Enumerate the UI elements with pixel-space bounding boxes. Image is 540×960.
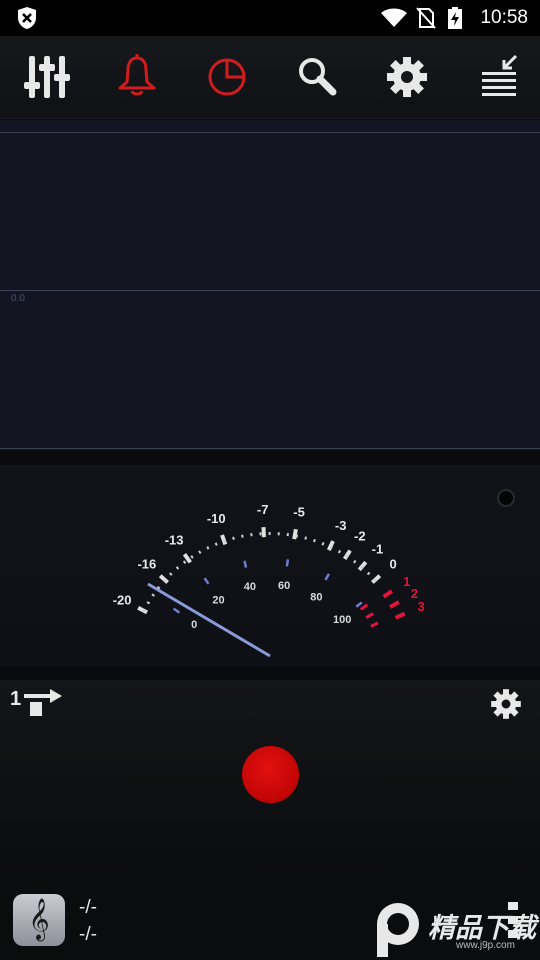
minor-tick — [206, 546, 210, 550]
vu-meter-labels: -20-16-13-10-7 -5-3-2-1012302040 6080100 — [113, 502, 425, 631]
minor-tick — [329, 545, 333, 550]
wifi-icon — [381, 8, 407, 27]
minor-tick — [182, 560, 187, 564]
minor-tick — [151, 593, 156, 597]
minor-tick — [295, 534, 299, 538]
percent-tick — [355, 601, 363, 608]
percent-label: 100 — [333, 614, 351, 626]
minor-tick — [366, 571, 371, 576]
percent-tick — [285, 559, 290, 567]
minor-tick — [142, 609, 146, 613]
treble-clef-button[interactable]: 𝄞 — [13, 894, 65, 946]
minor-tick — [214, 542, 218, 546]
db-label: -16 — [137, 557, 156, 572]
percent-label: 60 — [278, 580, 290, 592]
percent-label: 40 — [244, 581, 256, 593]
minor-tick — [198, 550, 202, 554]
db-label: 0 — [390, 557, 397, 572]
db-label: 3 — [417, 599, 424, 614]
minor-tick — [169, 572, 173, 576]
minor-tick — [337, 549, 342, 554]
db-label: -3 — [335, 518, 347, 533]
percent-tick — [203, 577, 210, 585]
db-label: -13 — [165, 532, 184, 547]
level-graph: 0.0 — [0, 120, 540, 450]
record-settings-gear-icon[interactable] — [486, 684, 526, 724]
graph-zero-line — [0, 290, 540, 291]
vu-meter: -20 -16 -13 -10 -7 -5 -3 -2 -1 0 1 2 3 0 20 40 60 80 100 — [0, 465, 540, 667]
status-bar: 10:58 — [0, 0, 540, 36]
percent-tick — [243, 560, 248, 568]
status-time: 10:58 — [480, 7, 528, 28]
list-collapse-icon[interactable] — [472, 50, 526, 104]
minor-tick — [353, 559, 357, 564]
bell-icon[interactable] — [110, 50, 164, 104]
db-label: -1 — [372, 541, 384, 556]
gear-icon[interactable] — [380, 50, 434, 104]
graph-bottom-line — [0, 448, 540, 449]
watermark-logo-icon — [377, 903, 419, 957]
equalizer-icon[interactable] — [20, 50, 74, 104]
percent-tick — [172, 607, 181, 614]
db-tick — [137, 606, 148, 615]
db-label: 1 — [403, 574, 410, 589]
db-label: -5 — [293, 505, 305, 520]
minor-tick — [146, 601, 151, 605]
db-label: -2 — [354, 528, 366, 543]
note-secondary: -/- — [79, 924, 97, 945]
percent-tick — [324, 573, 331, 581]
vu-meter-needle — [147, 582, 271, 658]
percent-label: 0 — [191, 619, 197, 631]
db-tick — [182, 553, 192, 564]
graph-zero-label: 0.0 — [11, 293, 25, 304]
minor-tick — [345, 554, 349, 559]
minor-tick — [190, 555, 194, 559]
db-tick — [389, 600, 400, 609]
minor-tick — [175, 566, 180, 570]
app-notification-icon — [18, 7, 36, 29]
overload-tick — [365, 612, 374, 619]
pie-chart-icon[interactable] — [200, 50, 254, 104]
watermark-url: www.j9p.com — [456, 940, 515, 951]
treble-clef-icon: 𝄞 — [28, 899, 50, 940]
minor-tick — [223, 539, 227, 543]
peak-indicator — [497, 489, 515, 507]
db-label: -20 — [113, 593, 132, 608]
overload-tick — [370, 621, 379, 628]
percent-label: 20 — [212, 595, 224, 607]
search-icon[interactable] — [290, 50, 344, 104]
overflow-menu-icon[interactable] — [505, 900, 521, 940]
db-tick — [382, 589, 394, 599]
top-toolbar — [0, 36, 540, 119]
db-tick — [371, 574, 382, 584]
percent-label: 80 — [310, 592, 322, 604]
note-primary: -/- — [79, 897, 97, 918]
channel-route-button[interactable]: 1 — [8, 686, 64, 720]
minor-tick — [232, 536, 235, 540]
record-button[interactable] — [242, 746, 299, 803]
minor-tick — [321, 542, 325, 546]
no-sim-icon — [416, 7, 436, 29]
minor-tick — [304, 536, 308, 540]
overload-tick — [359, 603, 369, 611]
db-tick — [292, 528, 298, 540]
channel-arrow-icon — [24, 689, 62, 716]
db-tick — [394, 611, 406, 620]
db-label: -7 — [257, 502, 269, 517]
battery-charging-icon — [448, 7, 462, 29]
graph-top-line — [0, 132, 540, 133]
db-label: -10 — [207, 511, 226, 526]
minor-tick — [313, 538, 316, 543]
minor-tick — [241, 534, 244, 538]
vu-meter-dial: -20-16-13-10-7 -5-3-2-1012302040 6080100 — [113, 489, 515, 658]
